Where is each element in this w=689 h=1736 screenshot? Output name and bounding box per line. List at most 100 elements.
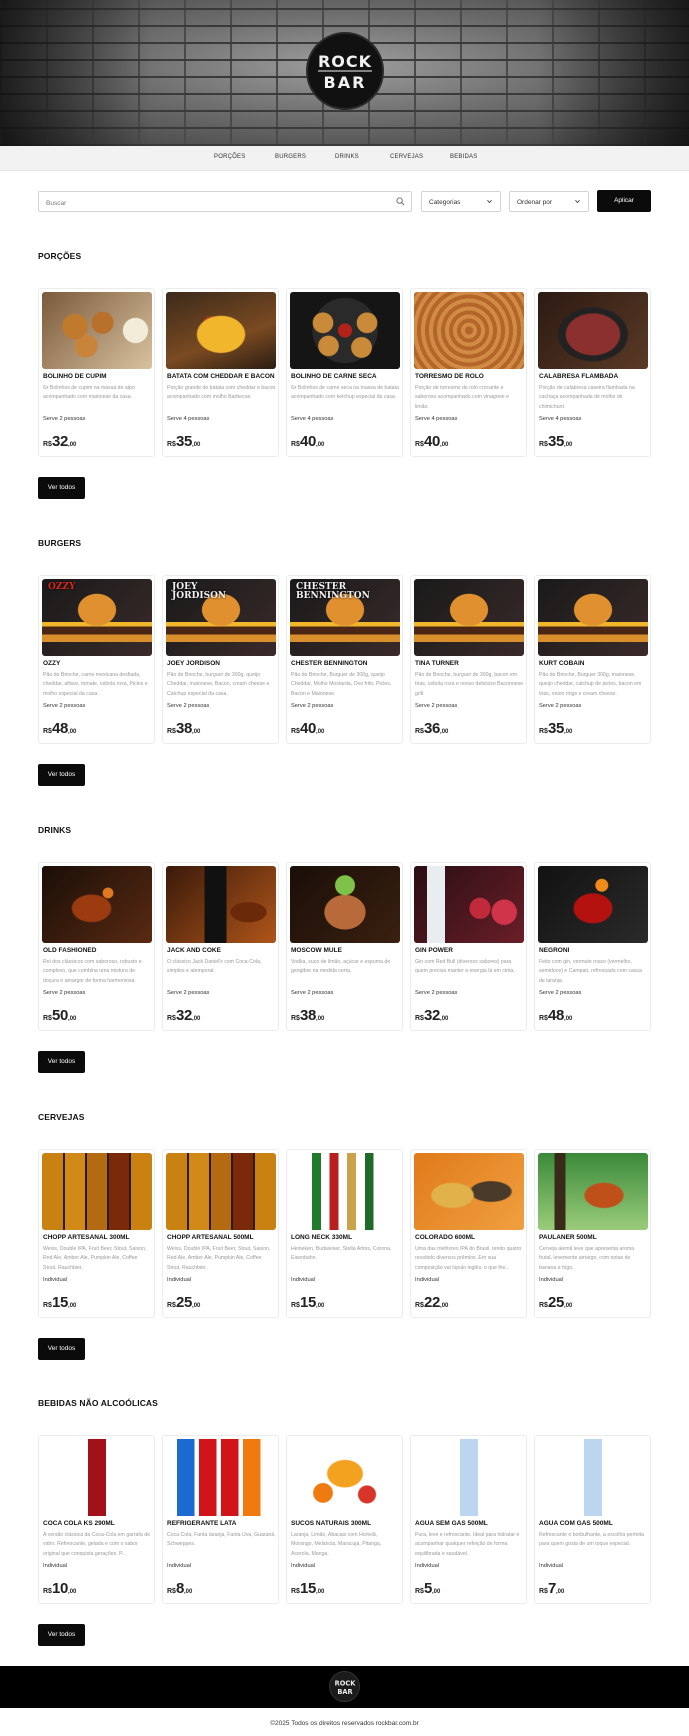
section-title: BURGERS bbox=[38, 538, 82, 548]
price-value: 36 bbox=[423, 720, 441, 737]
product-card[interactable]: BOLINHO DE CUPIM 6x Bolinhos de cupim na … bbox=[38, 288, 155, 457]
product-card[interactable]: GIN POWER Gin com Red Bull (diversos sabo… bbox=[410, 862, 527, 1031]
rock-bar-logo[interactable]: ROCK BAR bbox=[306, 32, 384, 110]
product-serving: Serve 2 pessoas bbox=[415, 703, 458, 709]
product-name: BATATA COM CHEDDAR E BACON bbox=[167, 373, 275, 380]
price-value: 22 bbox=[423, 1294, 441, 1311]
price-currency: R$ bbox=[415, 1588, 424, 1595]
product-name: AGUA COM GÁS 500ML bbox=[539, 1520, 613, 1527]
price-currency: R$ bbox=[43, 1588, 52, 1595]
view-all-button[interactable]: Ver todos bbox=[38, 764, 85, 786]
product-card[interactable]: JOEY JORDISON JOEY JORDISON Pão de Brioche… bbox=[162, 575, 279, 744]
price-value: 32 bbox=[423, 1007, 441, 1024]
product-card[interactable]: TORRESMO DE ROLO Porção de torresmo de ro… bbox=[410, 288, 527, 457]
nav-item-drinks[interactable]: DRINKS bbox=[335, 154, 359, 160]
product-description: 6x Bolinhos de cupim na massa de aipo ac… bbox=[43, 385, 135, 401]
product-card[interactable]: OLD FASHIONED Rei dos clássicos com sabor… bbox=[38, 862, 155, 1031]
footer-logo[interactable]: ROCK BAR bbox=[329, 1671, 360, 1702]
price-currency: R$ bbox=[43, 728, 52, 735]
product-card[interactable]: AGUA COM GÁS 500ML Refrescante e borbulha… bbox=[534, 1435, 651, 1604]
product-image bbox=[290, 866, 400, 943]
product-card[interactable]: PAULANER 500ML Cerveja alemã leve que apr… bbox=[534, 1149, 651, 1318]
product-description: Vodka, suco de limão, açúcar e espuma de… bbox=[291, 959, 391, 975]
product-image bbox=[166, 292, 276, 369]
order-select[interactable]: Ordenar por bbox=[509, 191, 589, 212]
section-title: DRINKS bbox=[38, 825, 72, 835]
product-price: R$40,00 bbox=[291, 433, 324, 451]
apply-button[interactable]: Aplicar bbox=[597, 190, 651, 212]
product-serving: Individual bbox=[291, 1563, 316, 1569]
product-card[interactable]: CHESTER BENNINGTON CHESTER BENNINGTON Pão … bbox=[286, 575, 403, 744]
product-card[interactable]: MOSCOW MULE Vodka, suco de limão, açúcar … bbox=[286, 862, 403, 1031]
price-value: 25 bbox=[547, 1294, 565, 1311]
product-image bbox=[290, 1153, 400, 1230]
price-currency: R$ bbox=[539, 1015, 548, 1022]
price-cents: ,00 bbox=[316, 1303, 325, 1309]
price-cents: ,00 bbox=[68, 1016, 77, 1022]
product-card[interactable]: LONG NECK 330ML Heineken, Budweiser, Stel… bbox=[286, 1149, 403, 1318]
product-card[interactable]: REFRIGERANTE LATA Coca Cola, Fanta laranj… bbox=[162, 1435, 279, 1604]
search-input[interactable] bbox=[39, 194, 379, 213]
product-card[interactable]: CHOPP ARTESANAL 500ML Weiss, Double IPA, … bbox=[162, 1149, 279, 1318]
product-card[interactable]: COCA COLA KS 290ML A versão clássica da C… bbox=[38, 1435, 155, 1604]
product-serving: Serve 2 pessoas bbox=[43, 990, 86, 996]
price-currency: R$ bbox=[43, 441, 52, 448]
product-card[interactable]: KURT COBAIN Pão de Brioche, Burguer 300g,… bbox=[534, 575, 651, 744]
price-currency: R$ bbox=[415, 1015, 424, 1022]
product-card[interactable]: NEGRONI Feito com gin, vermute rosso (ver… bbox=[534, 862, 651, 1031]
price-cents: ,00 bbox=[564, 1016, 573, 1022]
price-value: 8 bbox=[175, 1580, 184, 1597]
price-cents: ,00 bbox=[556, 1589, 565, 1595]
price-cents: ,00 bbox=[316, 729, 325, 735]
view-all-button[interactable]: Ver todos bbox=[38, 1624, 85, 1646]
category-select[interactable]: Categorias bbox=[421, 191, 501, 212]
product-card[interactable]: BOLINHO DE CARNE SECA 6x Bolinhos de carn… bbox=[286, 288, 403, 457]
product-serving: Serve 2 pessoas bbox=[167, 703, 210, 709]
product-description: Rei dos clássicos com saboroso, robusto … bbox=[43, 959, 142, 984]
product-image bbox=[166, 1439, 276, 1516]
product-card[interactable]: CALABRESA FLAMBADA Porção de calabresa ca… bbox=[534, 288, 651, 457]
product-image bbox=[414, 1153, 524, 1230]
product-card[interactable]: CHOPP ARTESANAL 300ML Weiss, Double IPA, … bbox=[38, 1149, 155, 1318]
chevron-down-icon bbox=[575, 199, 580, 204]
product-price: R$7,00 bbox=[539, 1580, 564, 1598]
view-all-button[interactable]: Ver todos bbox=[38, 1338, 85, 1360]
price-cents: ,00 bbox=[68, 1589, 77, 1595]
product-description: Porção de torresmo de rolo crocante e sa… bbox=[415, 385, 510, 410]
product-card[interactable]: JACK AND COKE O clássico Jack Daniel's co… bbox=[162, 862, 279, 1031]
product-name: JOEY JORDISON bbox=[167, 660, 220, 667]
price-currency: R$ bbox=[291, 441, 300, 448]
nav-item-cervejas[interactable]: CERVEJAS bbox=[390, 154, 423, 160]
product-description: Pura, leve e refrescante. Ideal para hid… bbox=[415, 1532, 520, 1557]
price-currency: R$ bbox=[539, 1588, 548, 1595]
view-all-button[interactable]: Ver todos bbox=[38, 1051, 85, 1073]
nav-item-burgers[interactable]: BURGERS bbox=[275, 154, 306, 160]
nav-item-porcoes[interactable]: PORÇÕES bbox=[214, 154, 245, 160]
product-description: Gin com Red Bull (diversos sabores) para… bbox=[415, 959, 515, 975]
product-price: R$48,00 bbox=[43, 720, 76, 738]
product-image bbox=[414, 866, 524, 943]
product-card[interactable]: BATATA COM CHEDDAR E BACON Porção grande … bbox=[162, 288, 279, 457]
price-currency: R$ bbox=[167, 1015, 176, 1022]
price-value: 48 bbox=[547, 1007, 565, 1024]
product-card[interactable]: SUCOS NATURAIS 300ML Laranja, Limão, Abac… bbox=[286, 1435, 403, 1604]
product-price: R$35,00 bbox=[539, 433, 572, 451]
search-icon[interactable] bbox=[396, 197, 405, 206]
product-serving: Serve 2 pessoas bbox=[167, 990, 210, 996]
product-card[interactable]: TINA TURNER Pão de Brioche, burguer de 30… bbox=[410, 575, 527, 744]
product-card[interactable]: AGUA SEM GÁS 500ML Pura, leve e refrescan… bbox=[410, 1435, 527, 1604]
product-description: Pão de Brioche, burguer de 300g, queijo … bbox=[167, 672, 270, 697]
nav-item-bebidas[interactable]: BEBIDAS bbox=[450, 154, 477, 160]
view-all-button[interactable]: Ver todos bbox=[38, 477, 85, 499]
product-price: R$22,00 bbox=[415, 1294, 448, 1312]
product-card[interactable]: COLORADO 600ML Uma das melhores IPA do Br… bbox=[410, 1149, 527, 1318]
price-value: 38 bbox=[299, 1007, 317, 1024]
product-price: R$50,00 bbox=[43, 1007, 76, 1025]
product-description: Weiss, Double IPA, Fruit Beer, Stout, Sa… bbox=[43, 1246, 147, 1271]
price-currency: R$ bbox=[291, 728, 300, 735]
product-card[interactable]: OZZY OZZY Pão de Brioche, carne mexicana d… bbox=[38, 575, 155, 744]
price-value: 38 bbox=[175, 720, 193, 737]
search-box bbox=[38, 191, 412, 213]
product-price: R$25,00 bbox=[539, 1294, 572, 1312]
product-price: R$40,00 bbox=[415, 433, 448, 451]
